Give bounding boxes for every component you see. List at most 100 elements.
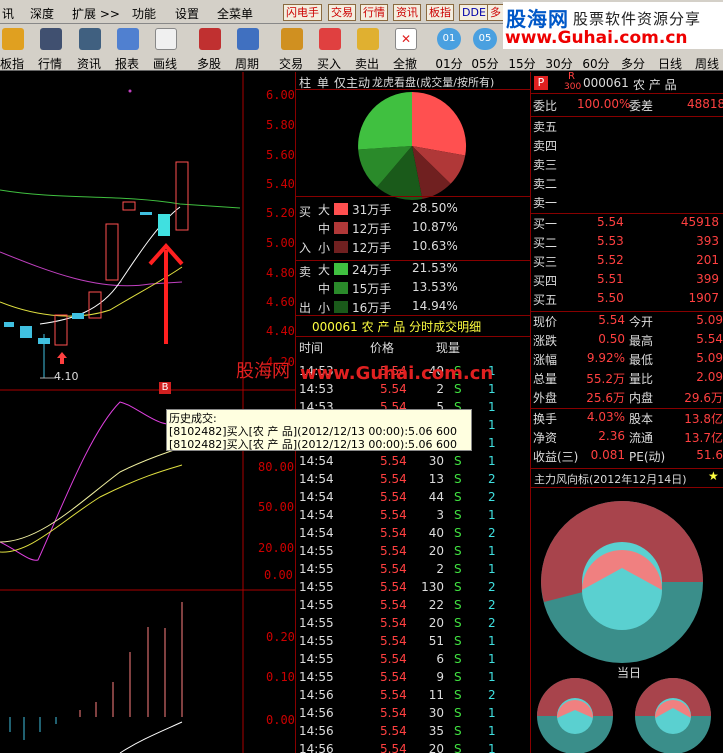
tick-count: 2 <box>488 580 496 594</box>
sell-big-row: 大 24万手 21.53% <box>296 261 530 280</box>
site-logo: 股海网 股票软件资源分享 www.Guhai.com.cn <box>503 2 723 49</box>
period-1min[interactable]: 01 01分 <box>431 26 467 71</box>
fund-flow-title: 主力风向标(2012年12月14日) <box>534 473 687 486</box>
multi-stock-tool[interactable]: 多股 <box>189 26 229 71</box>
report-tool-label: 报表 <box>114 57 139 71</box>
tick-count: 2 <box>488 688 496 702</box>
menu-news[interactable]: 讯 <box>2 5 14 22</box>
tick-row: 14:56 5.54 30 S 1 <box>296 706 530 725</box>
tab-bars[interactable]: 柱 <box>299 74 311 91</box>
tick-volume: 22 <box>428 598 444 612</box>
stat-value: 13.8亿 <box>684 412 723 426</box>
report-tool[interactable]: 报表 <box>107 26 147 71</box>
quote-tool[interactable]: 行情 <box>30 26 70 71</box>
stat-value: 29.6万 <box>684 391 723 405</box>
sell-row: 卖三 <box>531 156 723 175</box>
stat-label: 最低 <box>629 353 654 367</box>
menu-depth[interactable]: 深度 <box>30 5 54 22</box>
tick-count: 1 <box>488 454 496 468</box>
period-day-label: 日线 <box>657 57 682 71</box>
star-icon[interactable]: ★ <box>708 469 719 483</box>
period-tool[interactable]: 周期 <box>227 26 267 71</box>
draw-tool[interactable]: 画线 <box>145 26 185 71</box>
tab-active-only[interactable]: 仅主动 <box>334 74 370 91</box>
dde-hot-button[interactable]: DDE <box>459 4 489 21</box>
index-hot-button[interactable]: 板指 <box>426 4 454 21</box>
trade-hot-button[interactable]: 交易 <box>328 4 356 21</box>
stat-label: 最高 <box>629 334 654 348</box>
period-60min-label: 60分 <box>582 57 610 71</box>
tick-price: 5.54 <box>380 598 407 612</box>
sell-label: 卖二 <box>533 177 558 191</box>
tick-time: 14:53 <box>299 382 334 396</box>
menu-extend[interactable]: 扩展 >> <box>72 5 120 22</box>
stat-row: 总量 55.2万 量比 2.09 <box>531 370 723 389</box>
info-hot-button[interactable]: 资讯 <box>393 4 421 21</box>
stat-label: 现价 <box>533 315 558 329</box>
stat-label: 外盘 <box>533 391 558 405</box>
col-time: 时间 <box>299 341 324 355</box>
tick-count: 2 <box>488 616 496 630</box>
menu-all[interactable]: 全菜单 <box>217 5 253 22</box>
tick-volume: 2 <box>436 562 444 576</box>
sell-tool[interactable]: 卖出 <box>347 26 387 71</box>
buy-label: 买二 <box>533 236 558 250</box>
buy-tool[interactable]: 买入 <box>309 26 349 71</box>
legend-swatch <box>334 263 348 275</box>
lightning-button[interactable]: 闪电手 <box>283 4 322 21</box>
tick-direction: S <box>454 634 462 648</box>
stat-label: 今开 <box>629 315 654 329</box>
tick-volume: 11 <box>428 688 444 702</box>
tick-price: 5.54 <box>380 526 407 540</box>
index-tool[interactable]: 板指 <box>0 26 32 71</box>
period-1min-label: 01分 <box>435 57 463 71</box>
info-tool[interactable]: 资讯 <box>69 26 109 71</box>
stat-value: 2.09 <box>696 370 723 384</box>
tick-price: 5.54 <box>380 580 407 594</box>
tick-count: 1 <box>488 670 496 684</box>
report-icon <box>117 28 139 50</box>
tick-time: 14:54 <box>299 508 334 522</box>
quote-pane: P R 300 000061 农 产 品 委比 100.00% 委差 48818… <box>531 72 723 753</box>
period-30min-label: 30分 <box>545 57 573 71</box>
tick-direction: S <box>454 508 462 522</box>
price-tick: 6.00 <box>266 88 295 102</box>
dragon-pie <box>358 91 467 200</box>
tooltip-line: [8102482]买入[农 产 品](2012/12/13 00:00):5.0… <box>169 438 458 451</box>
tick-volume: 3 <box>436 508 444 522</box>
ticks-header: 时间 价格 现量 <box>296 336 530 355</box>
size-label: 大 <box>318 203 331 217</box>
tick-row: 14:54 5.54 44 S 2 <box>296 490 530 509</box>
menu-settings[interactable]: 设置 <box>175 5 199 22</box>
buy-marker[interactable]: B <box>159 382 171 394</box>
trade-tool[interactable]: 交易 <box>271 26 311 71</box>
menu-function[interactable]: 功能 <box>132 5 156 22</box>
tick-count: 1 <box>488 634 496 648</box>
percent: 28.50% <box>412 201 458 215</box>
indicator-tick: 20.00 <box>258 541 295 555</box>
stat-row: 涨跌 0.50 最高 5.54 <box>531 332 723 351</box>
legend-swatch <box>334 282 348 294</box>
more-hot-button[interactable]: 多 <box>487 4 504 21</box>
col-price: 价格 <box>370 341 395 355</box>
period-5min[interactable]: 05 05分 <box>467 26 503 71</box>
tab-dragon-tiger[interactable]: 龙虎看盘(成交量/按所有) <box>372 74 494 90</box>
tab-single[interactable]: 单 <box>317 74 329 91</box>
tick-count: 2 <box>488 526 496 540</box>
stat-label: 收益(三) <box>533 450 579 464</box>
tick-volume: 130 <box>421 580 444 594</box>
quote-hot-button[interactable]: 行情 <box>360 4 388 21</box>
size-label: 小 <box>318 241 331 255</box>
stat-row: 外盘 25.6万 内盘 29.6万 <box>531 389 723 408</box>
tick-count: 1 <box>488 400 496 414</box>
tick-time: 14:56 <box>299 688 334 702</box>
cancel-all-tool[interactable]: ✕ 全撤 <box>385 26 425 71</box>
legend-swatch <box>334 222 348 234</box>
stat-label: PE(动) <box>629 450 666 464</box>
watermark-url: www.Guhai.com.cn <box>300 363 494 384</box>
tick-volume: 40 <box>428 526 444 540</box>
trade-tool-label: 交易 <box>278 57 303 71</box>
amount: 12万手 <box>352 222 392 236</box>
amount: 16万手 <box>352 301 392 315</box>
tick-row: 14:54 5.54 40 S 2 <box>296 526 530 545</box>
